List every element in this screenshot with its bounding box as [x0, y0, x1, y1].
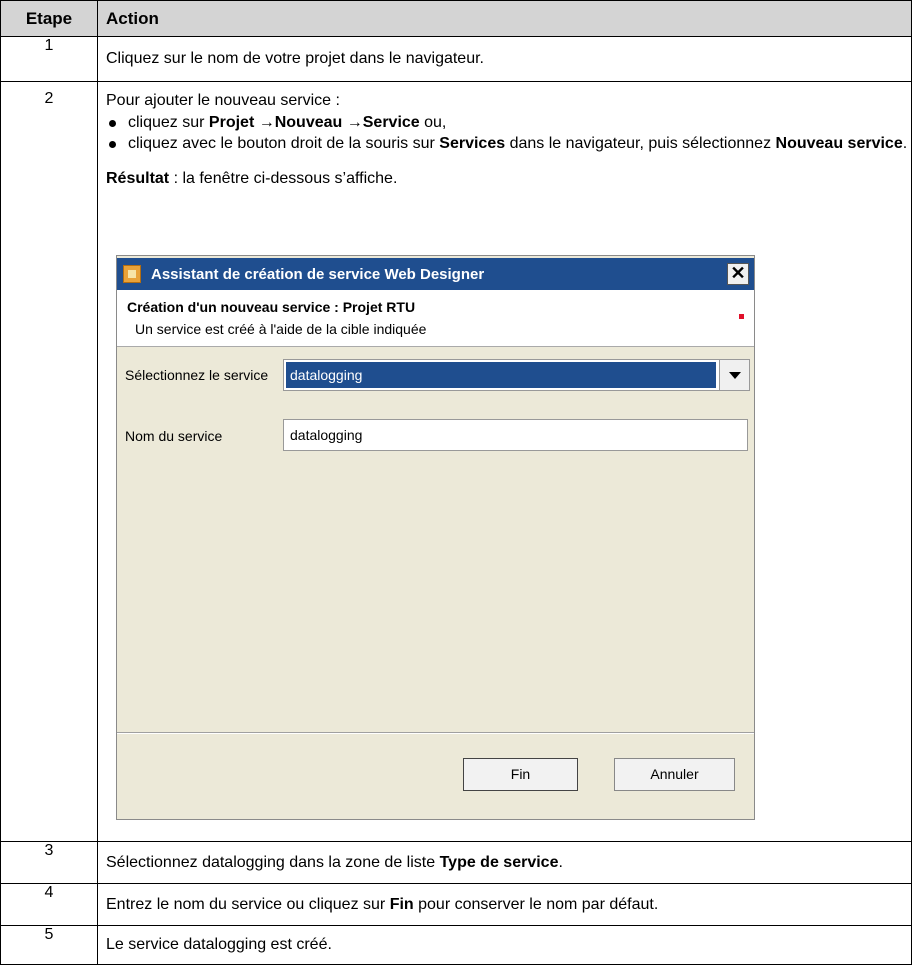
dialog-header: Création d'un nouveau service : Projet R…: [117, 290, 754, 347]
close-icon[interactable]: ✕: [727, 263, 749, 285]
step-action: Le service datalogging est créé.: [97, 925, 912, 965]
app-icon: [123, 265, 141, 283]
service-name-input[interactable]: datalogging: [283, 419, 748, 451]
step-action: Sélectionnez datalogging dans la zone de…: [97, 841, 912, 884]
finish-button[interactable]: Fin: [463, 758, 578, 791]
status-marker-icon: [739, 314, 744, 319]
service-wizard-dialog: Assistant de création de service Web Des…: [116, 255, 755, 820]
step-action: Cliquez sur le nom de votre projet dans …: [97, 36, 912, 82]
step-number: 4: [0, 883, 98, 926]
select-service-label: Sélectionnez le service: [125, 367, 269, 383]
result-line: Résultat : la fenêtre ci-dessous s’affic…: [106, 170, 398, 187]
table-row: 5 Le service datalogging est créé.: [0, 925, 912, 965]
list-item: cliquez sur Projet →Nouveau →Service ou,: [106, 112, 911, 133]
table-row: 3 Sélectionnez datalogging dans la zone …: [0, 841, 912, 884]
service-select-value[interactable]: datalogging: [286, 362, 716, 388]
step-number: 3: [0, 841, 98, 884]
list-item: cliquez avec le bouton droit de la souri…: [106, 133, 911, 154]
step-number: 5: [0, 925, 98, 965]
table-row: 4 Entrez le nom du service ou cliquez su…: [0, 883, 912, 926]
step-action: Entrez le nom du service ou cliquez sur …: [97, 883, 912, 926]
cancel-button[interactable]: Annuler: [614, 758, 735, 791]
header-title: Création d'un nouveau service : Projet R…: [127, 299, 416, 315]
column-header-step: Etape: [0, 0, 98, 37]
table-row: 1 Cliquez sur le nom de votre projet dan…: [0, 36, 912, 82]
header-subtitle: Un service est créé à l'aide de la cible…: [135, 321, 427, 337]
dialog-title-bar[interactable]: Assistant de création de service Web Des…: [117, 258, 754, 290]
service-name-label: Nom du service: [125, 428, 223, 444]
step-number: 2: [0, 81, 98, 842]
bullet-icon: [109, 120, 116, 127]
dialog-title: Assistant de création de service Web Des…: [151, 266, 485, 283]
bullet-list: cliquez sur Projet →Nouveau →Service ou,…: [106, 112, 911, 154]
bullet-icon: [109, 141, 116, 148]
dropdown-arrow-icon[interactable]: [719, 360, 749, 390]
step-intro: Pour ajouter le nouveau service :: [106, 92, 340, 109]
result-label: Résultat: [106, 170, 170, 187]
service-select[interactable]: datalogging: [283, 359, 750, 391]
table-header-row: Etape Action: [0, 0, 912, 37]
dialog-divider: [117, 732, 754, 734]
column-header-action: Action: [97, 0, 912, 37]
step-number: 1: [0, 36, 98, 82]
